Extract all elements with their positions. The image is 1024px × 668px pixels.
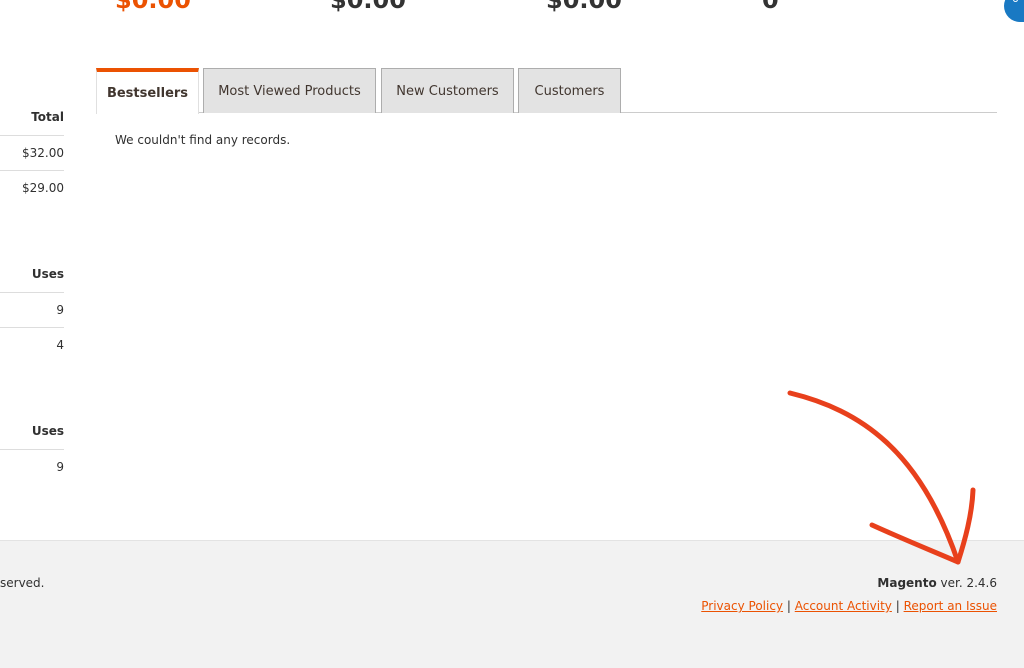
tab-bestsellers[interactable]: Bestsellers: [96, 68, 199, 114]
divider: [0, 135, 64, 136]
separator: |: [895, 599, 900, 613]
table-cell: $32.00: [22, 146, 64, 160]
table-header-uses: Uses: [31, 267, 64, 281]
table-header-uses: Uses: [31, 424, 64, 438]
report-issue-link[interactable]: Report an Issue: [904, 599, 997, 613]
divider: [0, 292, 64, 293]
stat-quantity: 0: [762, 0, 779, 14]
tab-new-customers[interactable]: New Customers: [381, 68, 514, 113]
tab-customers[interactable]: Customers: [518, 68, 621, 113]
footer-links: Privacy Policy | Account Activity | Repo…: [701, 599, 997, 613]
separator: |: [786, 599, 791, 613]
privacy-policy-link[interactable]: Privacy Policy: [701, 599, 783, 613]
copyright: served.: [0, 576, 45, 590]
table-cell: $29.00: [22, 181, 64, 195]
version: ver. 2.4.6: [936, 576, 997, 590]
notification-badge[interactable]: 0: [1004, 0, 1024, 22]
account-activity-link[interactable]: Account Activity: [795, 599, 892, 613]
stat-tax: $0.00: [330, 0, 406, 14]
divider: [0, 327, 64, 328]
table-cell: 4: [56, 338, 64, 352]
divider: [0, 170, 64, 171]
brand-name: Magento: [877, 576, 937, 590]
version-info: Magento ver. 2.4.6: [877, 576, 997, 590]
empty-records-message: We couldn't find any records.: [115, 133, 291, 147]
table-header-total: Total: [31, 110, 64, 124]
footer: served. Magento ver. 2.4.6 Privacy Polic…: [0, 540, 1024, 668]
stat-revenue: $0.00: [115, 0, 191, 14]
tab-most-viewed-products[interactable]: Most Viewed Products: [203, 68, 376, 113]
table-cell: 9: [56, 460, 64, 474]
table-cell: 9: [56, 303, 64, 317]
divider: [0, 449, 64, 450]
dashboard-tabs: Bestsellers Most Viewed Products New Cus…: [96, 68, 997, 114]
stat-shipping: $0.00: [546, 0, 622, 14]
